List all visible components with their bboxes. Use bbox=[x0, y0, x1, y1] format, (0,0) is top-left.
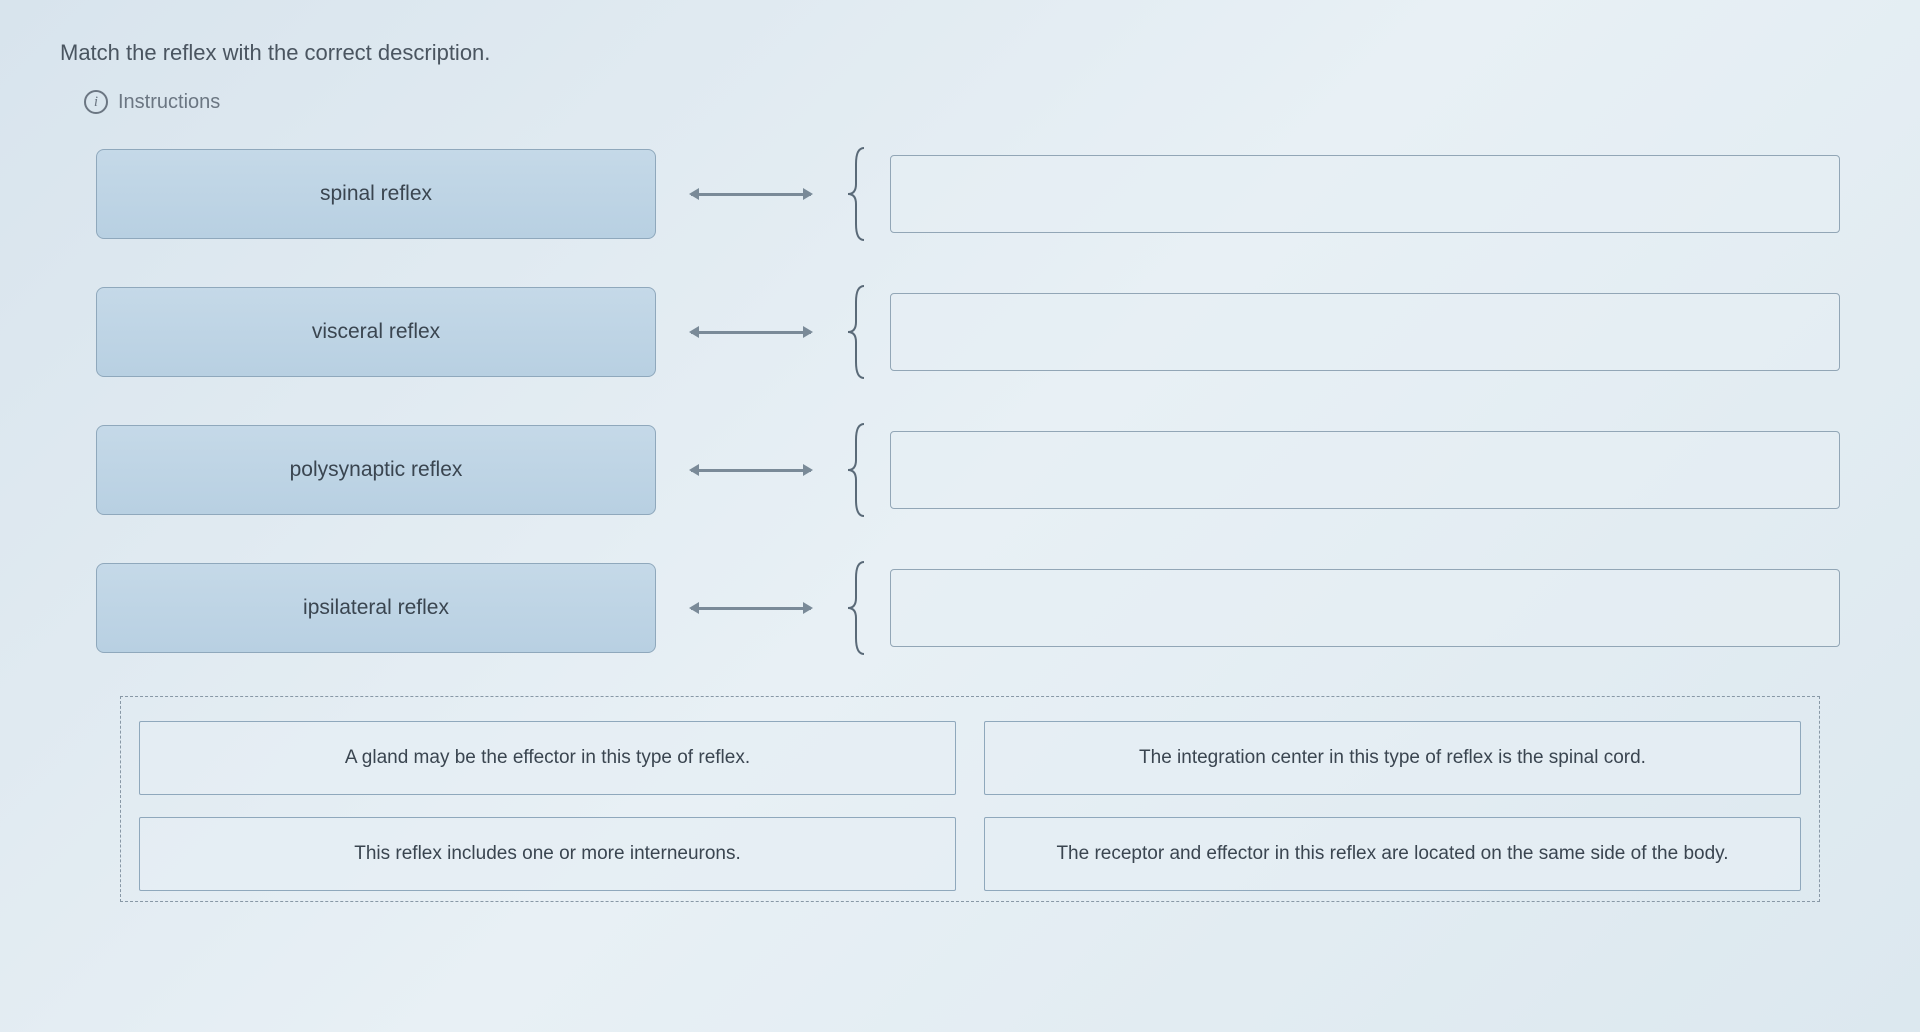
answer-option[interactable]: This reflex includes one or more interne… bbox=[139, 817, 956, 891]
term-ipsilateral-reflex[interactable]: ipsilateral reflex bbox=[96, 563, 656, 653]
arrow-connector-icon bbox=[676, 469, 826, 472]
matching-area: spinal reflex visceral reflex polysynapt… bbox=[60, 144, 1860, 658]
term-spinal-reflex[interactable]: spinal reflex bbox=[96, 149, 656, 239]
answer-bank: A gland may be the effector in this type… bbox=[120, 696, 1820, 902]
arrow-connector-icon bbox=[676, 331, 826, 334]
drop-target[interactable] bbox=[890, 293, 1840, 371]
answer-option[interactable]: The integration center in this type of r… bbox=[984, 721, 1801, 795]
term-polysynaptic-reflex[interactable]: polysynaptic reflex bbox=[96, 425, 656, 515]
brace-icon bbox=[846, 558, 870, 658]
answer-option[interactable]: A gland may be the effector in this type… bbox=[139, 721, 956, 795]
match-row: polysynaptic reflex bbox=[96, 420, 1860, 520]
brace-icon bbox=[846, 420, 870, 520]
answer-option[interactable]: The receptor and effector in this reflex… bbox=[984, 817, 1801, 891]
instructions-label: Instructions bbox=[118, 91, 220, 114]
brace-icon bbox=[846, 282, 870, 382]
drop-target[interactable] bbox=[890, 569, 1840, 647]
arrow-connector-icon bbox=[676, 193, 826, 196]
drop-target[interactable] bbox=[890, 155, 1840, 233]
info-icon: i bbox=[84, 90, 108, 114]
match-row: ipsilateral reflex bbox=[96, 558, 1860, 658]
match-row: spinal reflex bbox=[96, 144, 1860, 244]
drop-target[interactable] bbox=[890, 431, 1840, 509]
term-visceral-reflex[interactable]: visceral reflex bbox=[96, 287, 656, 377]
arrow-connector-icon bbox=[676, 607, 826, 610]
question-prompt: Match the reflex with the correct descri… bbox=[60, 40, 1860, 66]
match-row: visceral reflex bbox=[96, 282, 1860, 382]
brace-icon bbox=[846, 144, 870, 244]
instructions-link[interactable]: i Instructions bbox=[84, 90, 1860, 114]
